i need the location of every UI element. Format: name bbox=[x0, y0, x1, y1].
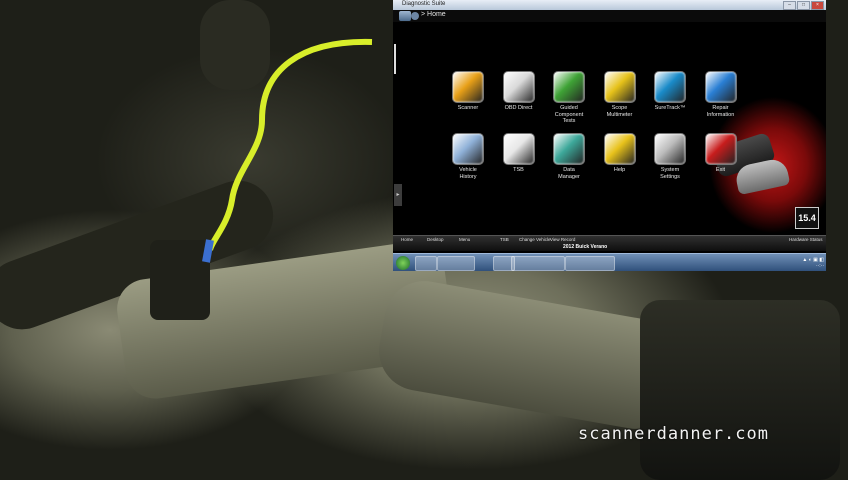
app-tile-guided-tests[interactable]: Guided Component Tests bbox=[551, 71, 587, 125]
guided-tests-icon bbox=[553, 71, 585, 103]
nav-home[interactable]: Home bbox=[401, 237, 413, 242]
obd-direct-icon bbox=[502, 71, 535, 103]
bottom-nav-bar: Home Desktop Menu TSB Change Vehicle Vie… bbox=[393, 235, 826, 251]
repair-information-icon bbox=[704, 71, 737, 103]
maximize-button[interactable]: □ bbox=[797, 1, 810, 10]
app-label: Vehicle History bbox=[459, 167, 477, 180]
minimize-button[interactable]: – bbox=[783, 1, 796, 10]
windows-taskbar: ▲ ◐ ▣ ◧ ··:·· bbox=[393, 253, 826, 271]
app-label: Guided Component Tests bbox=[554, 105, 584, 124]
app-tile-repair-information[interactable]: Repair Information bbox=[703, 71, 739, 118]
title-bar: Diagnostic Suite – □ × bbox=[393, 0, 826, 10]
app-tile-exit[interactable]: Exit bbox=[703, 133, 739, 174]
app-label: Scanner bbox=[457, 105, 479, 111]
system-settings-icon bbox=[654, 133, 686, 165]
tsb-icon bbox=[502, 133, 535, 165]
app-label: Help bbox=[613, 167, 626, 173]
close-button[interactable]: × bbox=[811, 1, 824, 10]
scope-multimeter-icon bbox=[603, 71, 636, 103]
side-expand-arrow[interactable]: ▸ bbox=[394, 184, 402, 206]
app-tile-system-settings[interactable]: System Settings bbox=[652, 133, 688, 180]
side-panel-handle[interactable] bbox=[394, 44, 396, 74]
start-button[interactable] bbox=[396, 256, 410, 270]
system-tray: ▲ ◐ ▣ ◧ ··:·· bbox=[802, 257, 824, 269]
app-tile-vehicle-history[interactable]: Vehicle History bbox=[450, 133, 486, 180]
nav-change-vehicle[interactable]: Change Vehicle bbox=[519, 237, 551, 242]
nav-view-record[interactable]: View Record bbox=[550, 237, 575, 242]
back-icon[interactable] bbox=[411, 12, 419, 20]
app-tile-obd-direct[interactable]: OBD Direct bbox=[501, 71, 537, 112]
nav-desktop[interactable]: Desktop bbox=[427, 237, 444, 242]
app-label: System Settings bbox=[660, 167, 680, 180]
app-tile-tsb[interactable]: TSB bbox=[501, 133, 537, 174]
app-label: Scope Multimeter bbox=[606, 105, 633, 118]
data-manager-icon bbox=[553, 133, 585, 165]
help-icon bbox=[603, 133, 636, 165]
taskbar-explorer-icon[interactable] bbox=[437, 256, 475, 271]
app-label: TSB bbox=[513, 167, 524, 173]
app-label: OBD Direct bbox=[504, 105, 533, 111]
vehicle-history-icon bbox=[452, 133, 484, 165]
app-tile-scope-multimeter[interactable]: Scope Multimeter bbox=[602, 71, 638, 118]
nav-menu[interactable]: Menu bbox=[459, 237, 470, 242]
window-title: Diagnostic Suite bbox=[402, 1, 446, 7]
diagnostic-suite-window: Diagnostic Suite – □ × > Home ▸ 15.4 Sca… bbox=[393, 0, 826, 271]
version-badge: 15.4 bbox=[795, 207, 819, 229]
suretrack-icon bbox=[654, 71, 686, 103]
home-icon[interactable] bbox=[399, 11, 411, 21]
breadcrumb-home[interactable]: > Home bbox=[421, 11, 446, 18]
hardware-status[interactable]: Hardware Status bbox=[789, 237, 823, 242]
app-tile-data-manager[interactable]: Data Manager bbox=[551, 133, 587, 180]
app-tile-help[interactable]: Help bbox=[602, 133, 638, 174]
breadcrumb: > Home bbox=[393, 10, 826, 22]
vehicle-name: 2012 Buick Verano bbox=[563, 244, 608, 250]
app-label: SureTrack™ bbox=[654, 105, 686, 111]
app-tile-suretrack[interactable]: SureTrack™ bbox=[652, 71, 688, 112]
exit-icon bbox=[704, 133, 737, 165]
app-label: Repair Information bbox=[706, 105, 735, 118]
scanner-icon bbox=[452, 71, 484, 103]
watermark: scannerdanner.com bbox=[578, 424, 769, 444]
app-label: Exit bbox=[715, 167, 726, 173]
taskbar-diagnostic-suite[interactable] bbox=[511, 256, 565, 271]
taskbar-window-item[interactable] bbox=[565, 256, 615, 271]
nav-tsb[interactable]: TSB bbox=[500, 237, 509, 242]
app-label: Data Manager bbox=[558, 167, 580, 180]
app-tile-scanner[interactable]: Scanner bbox=[450, 71, 486, 112]
taskbar-ie-icon[interactable] bbox=[415, 256, 437, 271]
